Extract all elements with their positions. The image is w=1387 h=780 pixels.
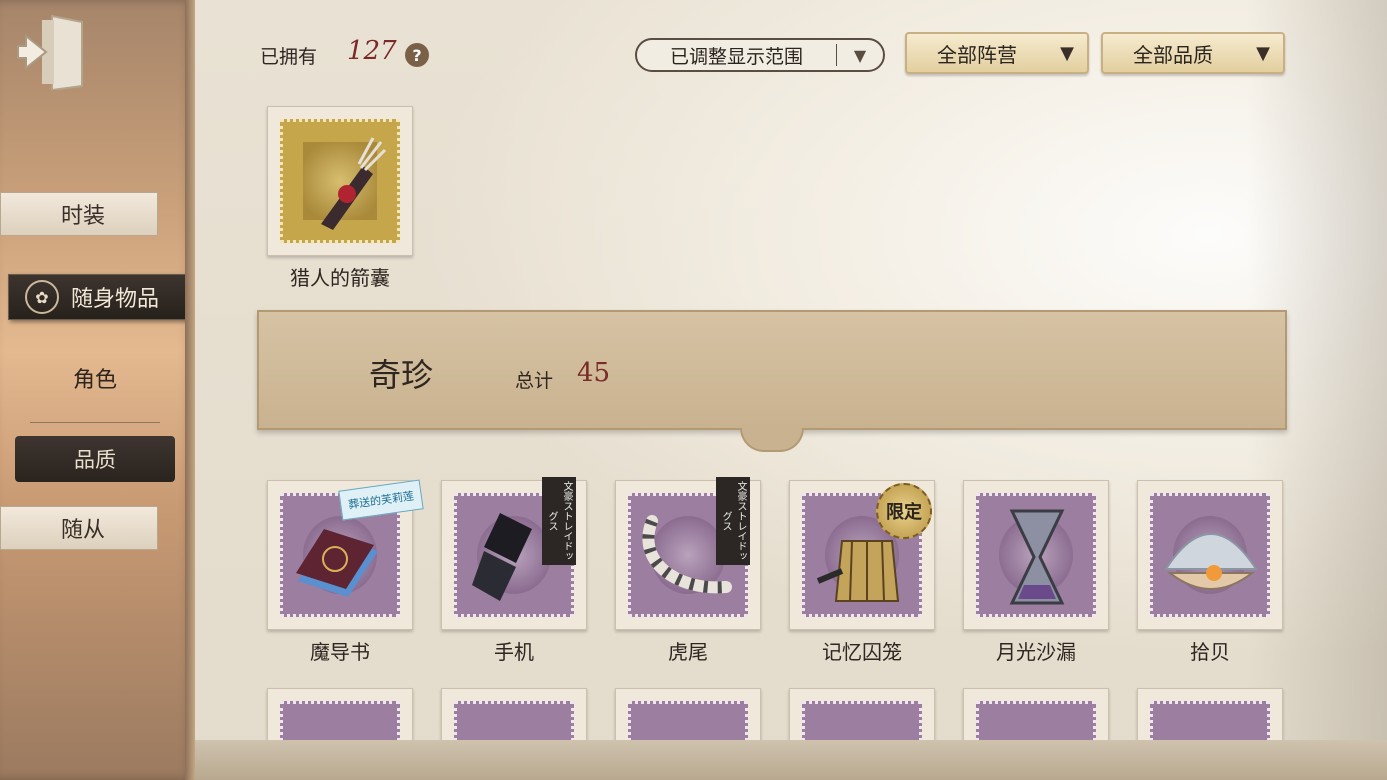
category-total-label: 总计 — [515, 370, 554, 392]
item-card[interactable] — [963, 688, 1109, 748]
category-banner: 奇珍 总计 45 — [257, 310, 1287, 430]
item-card[interactable]: 葬送的芙莉莲 魔导书 — [267, 479, 424, 665]
item-card[interactable]: 文豪ストレイドッグス 手机 — [441, 477, 587, 665]
item-stamp[interactable] — [267, 688, 413, 748]
item-name: 月光沙漏 — [996, 640, 1076, 664]
accessory-emblem-icon: ✿ — [25, 280, 59, 314]
item-card[interactable] — [267, 688, 413, 748]
chevron-down-icon: ▼ — [853, 45, 867, 65]
category-total-value: 45 — [577, 358, 611, 388]
owned-label: 已拥有 — [260, 46, 318, 68]
limited-badge: 限定 — [876, 483, 932, 539]
display-range-select[interactable]: 已调整显示范围 ▼ — [635, 38, 885, 72]
item-stamp[interactable] — [615, 688, 761, 748]
banner-notch — [740, 428, 804, 452]
tab-followers[interactable]: 随从 — [0, 506, 158, 550]
item-name: 拾贝 — [1190, 640, 1230, 664]
item-name: 记忆囚笼 — [822, 640, 902, 664]
bottom-frame — [195, 740, 1387, 780]
category-title: 奇珍 — [369, 356, 434, 394]
item-stamp[interactable] — [1137, 688, 1283, 748]
main-panel: 已拥有 127 ? 已调整显示范围 ▼ 全部阵营 ▼ 全部品质 ▼ 猎人的箭囊 — [195, 0, 1387, 780]
stamp-frame — [280, 119, 400, 243]
item-card[interactable] — [1137, 688, 1283, 748]
tab-accessories[interactable]: ✿ 随身物品 — [8, 274, 216, 320]
item-card[interactable]: 文豪ストレイドッグス 虎尾 — [615, 477, 761, 665]
flip-phone-icon — [472, 513, 532, 601]
collab-ribbon: 文豪ストレイドッグス — [542, 477, 576, 565]
item-stamp[interactable] — [963, 688, 1109, 748]
chevron-down-icon: ▼ — [1060, 42, 1074, 64]
item-card[interactable]: 限定 记忆囚笼 — [789, 480, 935, 665]
display-range-label: 已调整显示范围 — [669, 45, 803, 68]
collab-ribbon: 文豪ストレイドッグス — [716, 477, 750, 565]
sidebar: 时装 ✿ 随身物品 角色 品质 随从 — [0, 0, 216, 780]
item-card[interactable] — [789, 688, 935, 748]
filter-character[interactable]: 角色 — [15, 354, 175, 402]
filter-character-label: 角色 — [72, 368, 117, 393]
grimoire-icon — [296, 529, 378, 597]
tab-fashion-label: 时装 — [61, 204, 106, 229]
item-card[interactable]: 拾贝 — [1137, 480, 1283, 665]
item-name: 猎人的箭囊 — [290, 266, 390, 290]
filter-quality[interactable]: 品质 — [15, 436, 175, 482]
item-stamp[interactable] — [963, 480, 1109, 630]
item-card[interactable] — [615, 688, 761, 748]
tab-accessories-label: 随身物品 — [71, 287, 160, 312]
owned-count: 127 — [347, 36, 397, 66]
faction-select[interactable]: 全部阵营 ▼ — [905, 32, 1089, 74]
quiver-icon — [321, 137, 387, 230]
filter-quality-label: 品质 — [74, 448, 116, 472]
item-stamp[interactable]: 限定 — [789, 480, 935, 630]
item-card[interactable]: 月光沙漏 — [963, 480, 1109, 665]
chevron-down-icon: ▼ — [1256, 42, 1270, 64]
divider — [30, 422, 160, 423]
item-name: 魔导书 — [310, 640, 370, 664]
quality-select[interactable]: 全部品质 ▼ — [1101, 32, 1285, 74]
seashell-icon — [1164, 533, 1258, 590]
item-stamp[interactable] — [267, 106, 413, 256]
item-stamp[interactable] — [1137, 480, 1283, 630]
featured-item-card[interactable]: 猎人的箭囊 — [267, 106, 413, 291]
exit-door-icon — [17, 14, 83, 92]
item-card[interactable] — [441, 688, 587, 748]
item-name: 虎尾 — [668, 640, 708, 664]
item-stamp[interactable]: 文豪ストレイドッグス — [615, 477, 761, 630]
help-icon[interactable]: ? — [405, 43, 429, 67]
hourglass-icon — [1009, 509, 1065, 605]
collab-tag: 葬送的芙莉莲 — [338, 479, 424, 521]
item-stamp[interactable]: 文豪ストレイドッグス — [441, 477, 587, 630]
item-stamp[interactable]: 葬送的芙莉莲 — [267, 479, 424, 630]
exit-button[interactable] — [16, 12, 88, 92]
tab-followers-label: 随从 — [61, 518, 106, 543]
tab-fashion[interactable]: 时装 — [0, 192, 158, 236]
faction-select-label: 全部阵营 — [937, 42, 1017, 67]
item-name: 手机 — [494, 640, 534, 664]
item-stamp[interactable] — [789, 688, 935, 748]
item-stamp[interactable] — [441, 688, 587, 748]
quality-select-label: 全部品质 — [1133, 42, 1213, 67]
